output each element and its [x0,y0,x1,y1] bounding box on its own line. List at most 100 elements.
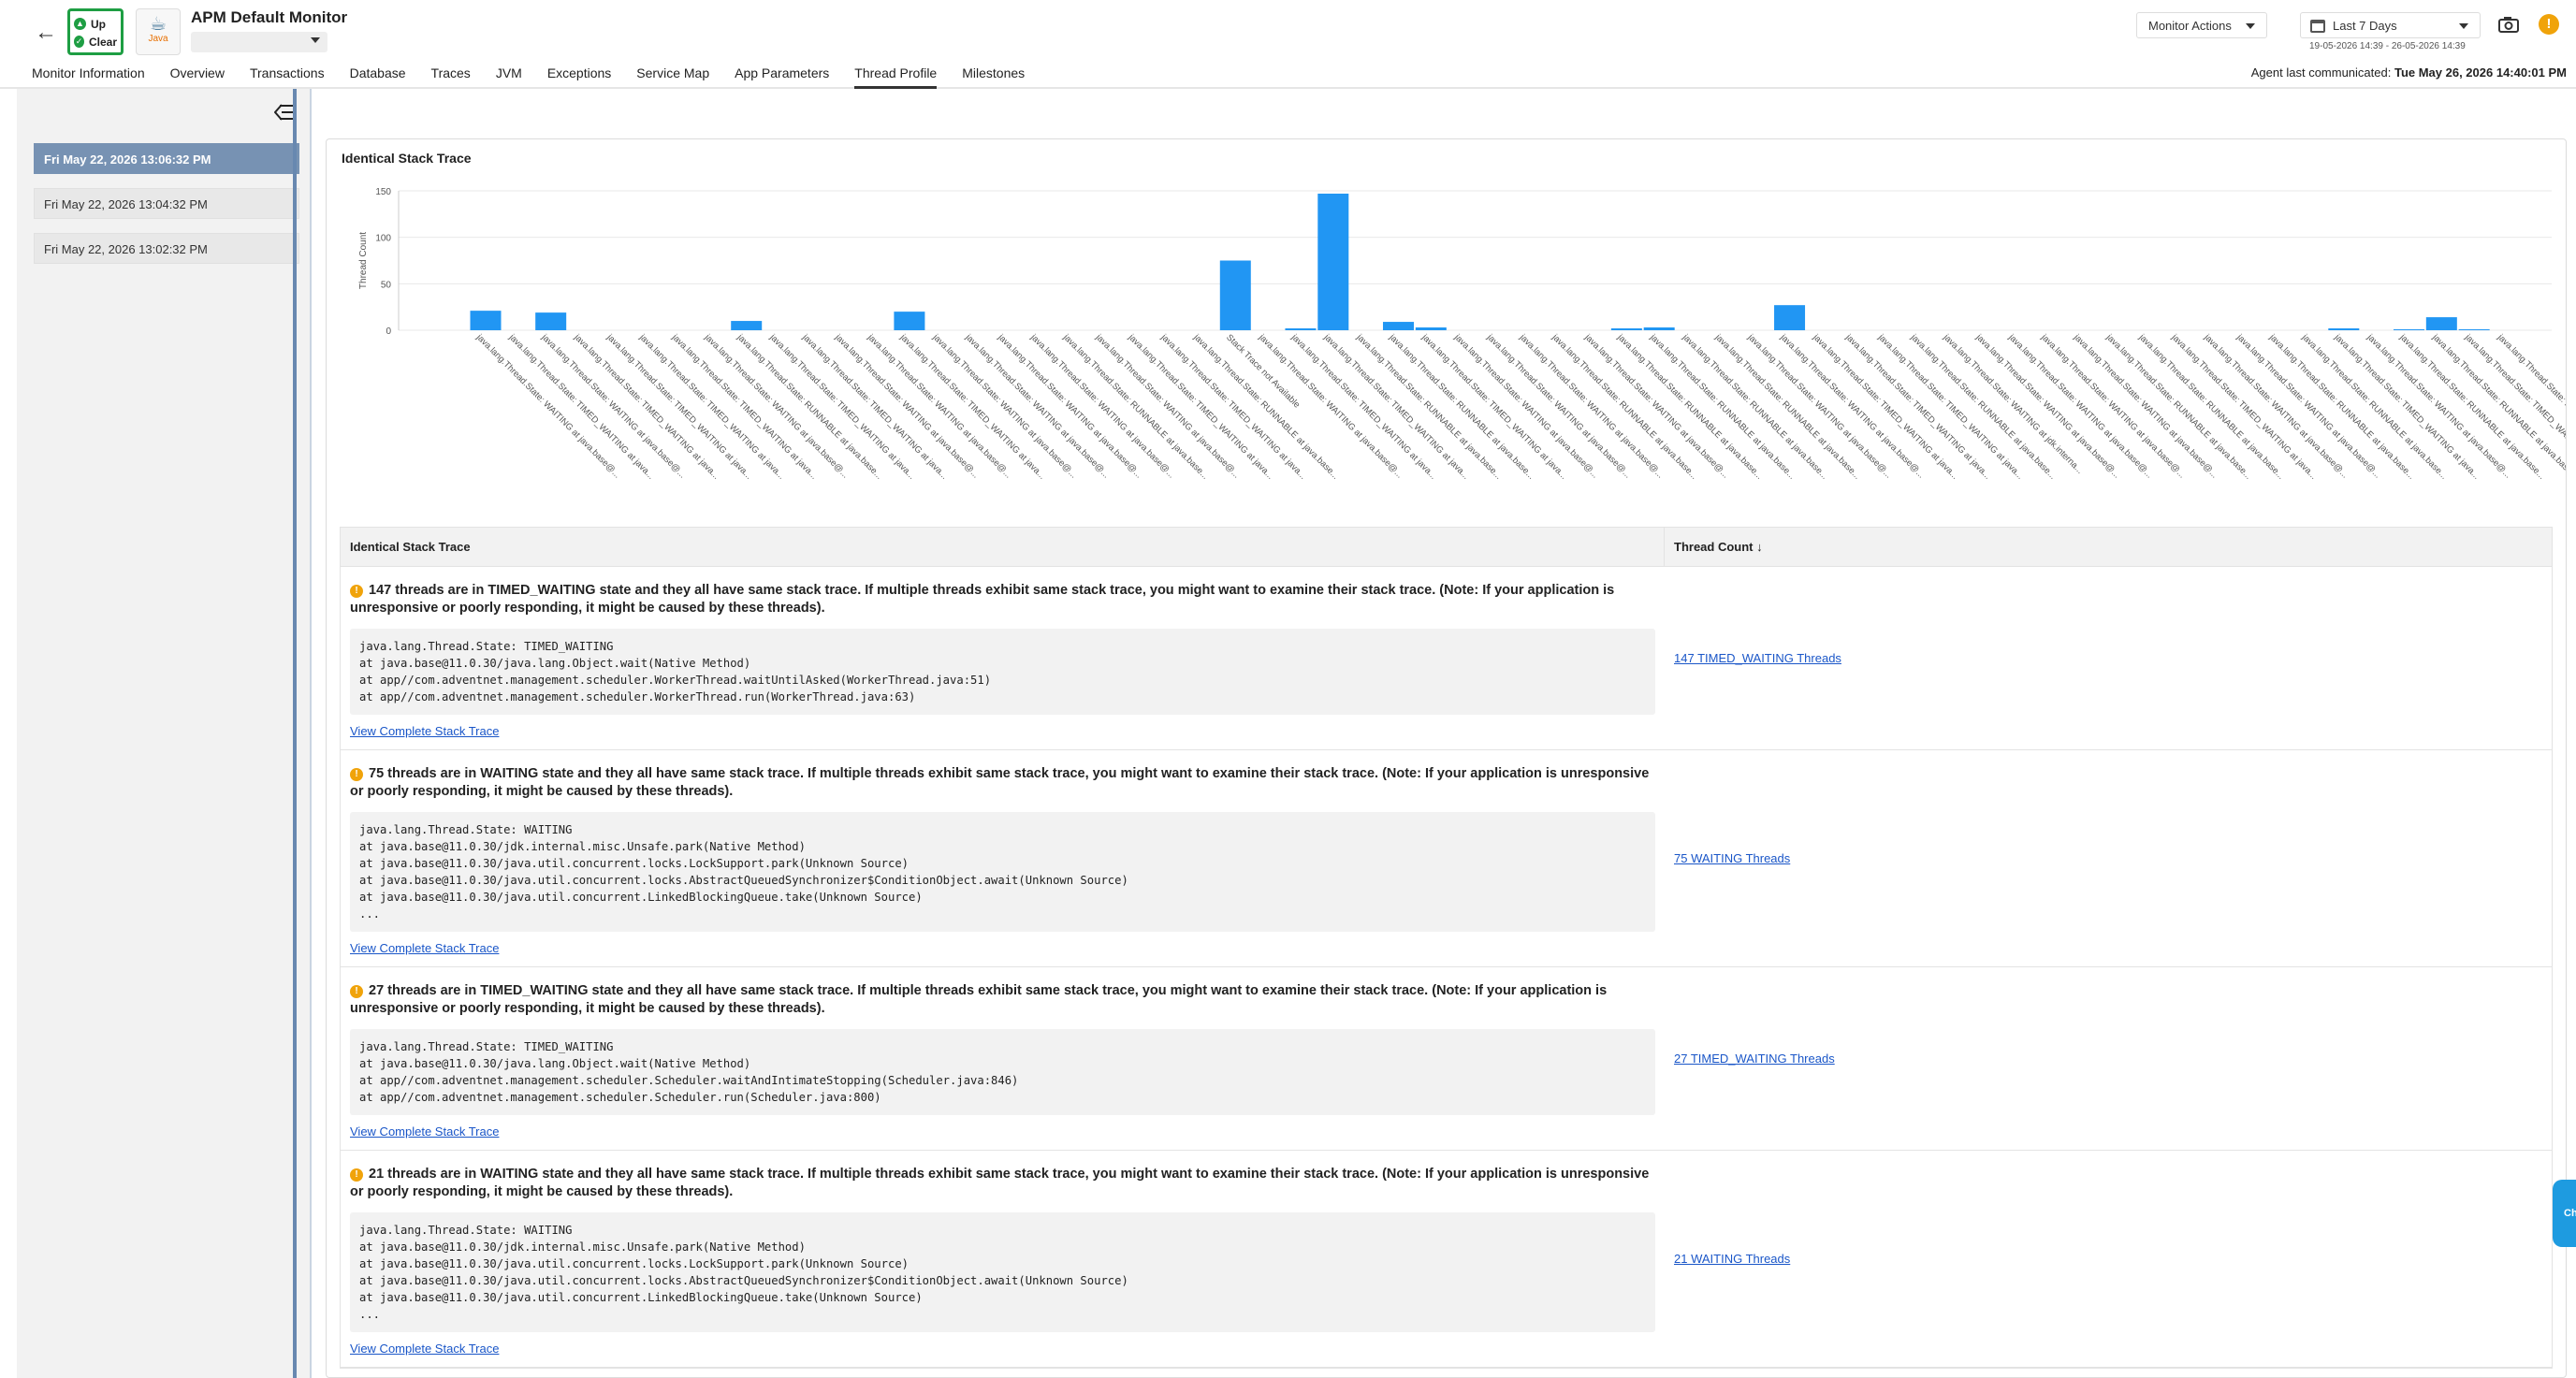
chart-bar[interactable] [1643,327,1675,330]
check-icon: ✓ [74,36,84,48]
chart-bar[interactable] [2393,329,2424,330]
snapshot-item[interactable]: Fri May 22, 2026 13:02:32 PM [34,233,299,264]
y-tick-label: 100 [375,234,391,244]
chart-bar[interactable] [470,311,502,330]
thread-count-link[interactable]: 21 WAITING Threads [1674,1252,1790,1266]
top-bar: ← ▲ Up ✓ Clear ☕ Java APM Default Monitor M… [0,0,2576,89]
chart-bar[interactable] [1774,305,1806,330]
chart-bar[interactable] [1382,322,1414,330]
date-range: 19-05-2026 14:39 - 26-05-2026 14:39 [2309,41,2466,51]
table-row: ! 27 threads are in TIMED_WAITING state a… [341,967,2552,1151]
table-row: ! 75 threads are in WAITING state and the… [341,750,2552,967]
y-axis-label: Thread Count [358,232,369,289]
stack-trace-message: ! 27 threads are in TIMED_WAITING state a… [350,982,1655,1018]
thread-count-link[interactable]: 27 TIMED_WAITING Threads [1674,1052,1835,1066]
java-logo: ☕ Java [136,8,181,55]
stack-trace-block: java.lang.Thread.State: TIMED_WAITING at… [350,1029,1655,1115]
calendar-icon [2310,20,2325,33]
monitor-select[interactable] [191,32,327,52]
arrow-up-icon: ▲ [74,18,86,30]
monitor-actions-label: Monitor Actions [2148,19,2232,33]
snapshot-item[interactable]: Fri May 22, 2026 13:06:32 PM [34,143,299,174]
chart-bar[interactable] [535,312,567,330]
chart-title: Identical Stack Trace [342,151,472,166]
chart-bar[interactable] [731,321,763,330]
chart-bar[interactable] [2458,329,2490,330]
page-title: APM Default Monitor [191,8,348,26]
message-text: 75 threads are in WAITING state and they… [350,766,1650,799]
main-panel: Identical Stack Trace 0 50 100 150 Thread Co… [326,138,2567,1378]
message-text: 147 threads are in TIMED_WAITING state a… [350,583,1615,616]
tab-transactions[interactable]: Transactions [250,58,325,89]
period-dropdown[interactable]: Last 7 Days [2300,12,2481,38]
monitor-actions-dropdown[interactable]: Monitor Actions [2136,12,2267,38]
stack-trace-block: java.lang.Thread.State: TIMED_WAITING at… [350,629,1655,715]
chart-bar[interactable] [2328,328,2360,330]
snapshot-item[interactable]: Fri May 22, 2026 13:04:32 PM [34,188,299,219]
tab-bar: Monitor Information Overview Transactions D… [32,58,1050,89]
view-complete-stack-trace-link[interactable]: View Complete Stack Trace [350,724,499,738]
status-badge: ▲ Up ✓ Clear [67,8,124,55]
sort-descending-icon: ↓ [1756,540,1763,554]
stack-trace-block: java.lang.Thread.State: WAITING at java.… [350,1212,1655,1332]
arrow-left-icon[interactable]: ← [34,21,58,45]
chart-bar[interactable] [894,312,925,330]
tab-jvm[interactable]: JVM [496,58,522,89]
table-header: Identical Stack Trace Thread Count ↓ [341,528,2552,567]
stack-trace-cell: ! 75 threads are in WAITING state and the… [341,750,1665,966]
caret-down-icon [311,37,320,43]
agent-time: Tue May 26, 2026 14:40:01 PM [2394,65,2567,80]
chart-bar[interactable] [2425,317,2457,330]
thread-count-cell: 147 TIMED_WAITING Threads [1665,567,1841,749]
thread-count-cell: 27 TIMED_WAITING Threads [1665,967,1835,1150]
stack-trace-message: ! 147 threads are in TIMED_WAITING state … [350,582,1655,617]
thread-count-link[interactable]: 147 TIMED_WAITING Threads [1674,651,1841,665]
y-tick-label: 0 [386,326,391,337]
tab-overview[interactable]: Overview [170,58,225,89]
tab-traces[interactable]: Traces [431,58,471,89]
stack-trace-message: ! 21 threads are in WAITING state and the… [350,1166,1655,1201]
stack-trace-table: Identical Stack Trace Thread Count ↓ ! 14… [340,527,2553,1369]
chart-bar[interactable] [1285,328,1317,330]
sidebar-divider [293,89,297,1378]
tab-thread-profile[interactable]: Thread Profile [854,58,938,89]
tab-service-map[interactable]: Service Map [636,58,709,89]
agent-last-communicated: Agent last communicated: Tue May 26, 202… [2251,65,2567,80]
chart-bar[interactable] [1610,328,1642,330]
warning-icon: ! [350,1168,363,1182]
identical-stack-trace-chart: 050100150Thread Countjava.lang.Thread.St… [358,187,2566,482]
stack-trace-message: ! 75 threads are in WAITING state and the… [350,765,1655,801]
chart-bar[interactable] [1219,260,1251,331]
chart-bar[interactable] [1415,327,1447,330]
tab-database[interactable]: Database [350,58,406,89]
tab-milestones[interactable]: Milestones [962,58,1025,89]
view-complete-stack-trace-link[interactable]: View Complete Stack Trace [350,1124,499,1139]
caret-down-icon [2459,23,2468,29]
thread-count-cell: 75 WAITING Threads [1665,750,1790,966]
thread-count-header-label: Thread Count [1674,540,1754,554]
stack-trace-cell: ! 27 threads are in TIMED_WAITING state a… [341,967,1665,1150]
tab-exceptions[interactable]: Exceptions [547,58,611,89]
column-header-stack-trace[interactable]: Identical Stack Trace [341,528,1665,566]
view-complete-stack-trace-link[interactable]: View Complete Stack Trace [350,1342,499,1356]
status-clear-label: Clear [88,35,117,49]
tab-monitor-information[interactable]: Monitor Information [32,58,145,89]
view-complete-stack-trace-link[interactable]: View Complete Stack Trace [350,941,499,955]
status-clear: ✓ Clear [74,33,117,51]
agent-label: Agent last communicated: [2250,65,2392,80]
chart-bar[interactable] [1317,193,1349,330]
column-header-thread-count[interactable]: Thread Count ↓ [1665,528,1772,566]
table-row: ! 21 threads are in WAITING state and the… [341,1151,2552,1368]
chat-button[interactable]: Ch [2553,1180,2576,1247]
coffee-cup-icon: ☕ [150,14,167,35]
alert-icon[interactable]: ! [2539,14,2559,35]
thread-count-link[interactable]: 75 WAITING Threads [1674,851,1790,865]
warning-icon: ! [350,768,363,781]
tab-app-parameters[interactable]: App Parameters [735,58,829,89]
thread-count-cell: 21 WAITING Threads [1665,1151,1790,1367]
collapse-sidebar-icon[interactable] [274,104,295,121]
stack-trace-cell: ! 21 threads are in WAITING state and the… [341,1151,1665,1367]
stack-trace-cell: ! 147 threads are in TIMED_WAITING state … [341,567,1665,749]
table-row: ! 147 threads are in TIMED_WAITING state … [341,567,2552,750]
camera-icon[interactable] [2498,16,2519,33]
